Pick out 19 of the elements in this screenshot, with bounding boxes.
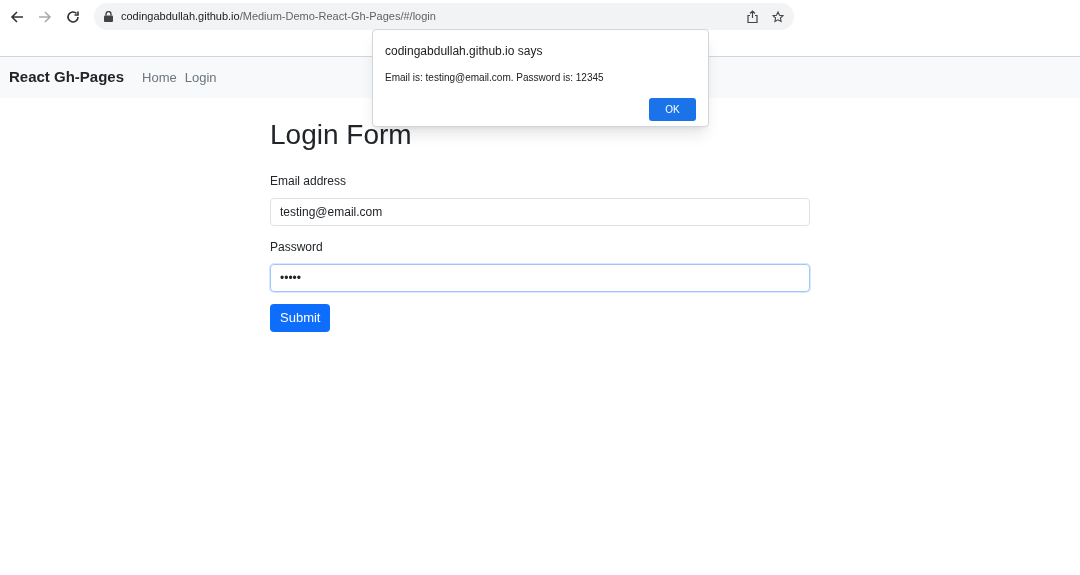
nav-link[interactable]: Login	[184, 67, 217, 88]
reload-icon[interactable]	[66, 9, 80, 24]
share-icon[interactable]	[747, 10, 758, 23]
back-icon[interactable]	[10, 9, 24, 24]
url-text: codingabdullah.github.io/Medium-Demo-React-Gh-Pages/#/login	[121, 9, 436, 25]
input-field[interactable]: testing@email.com	[270, 197, 810, 226]
address-bar[interactable]: codingabdullah.github.io/Medium-Demo-React-Gh-Pages/#/login	[94, 3, 794, 30]
field-label: Email address	[270, 172, 348, 190]
star-icon[interactable]	[772, 10, 784, 23]
submit-button[interactable]: Submit	[270, 303, 331, 332]
dialog-message: Email is: testing@email.com. Password is: 12345	[385, 71, 605, 85]
lock-icon	[104, 11, 113, 22]
dialog-title: codingabdullah.github.io says	[385, 43, 544, 60]
brand-link[interactable]: React Gh-Pages	[9, 66, 125, 89]
ok-button[interactable]: OK	[649, 98, 696, 121]
form-title: Login Form	[270, 118, 413, 152]
field-label: Password	[270, 238, 324, 256]
input-field[interactable]: •••••	[270, 263, 810, 292]
nav-link[interactable]: Home	[142, 67, 177, 88]
